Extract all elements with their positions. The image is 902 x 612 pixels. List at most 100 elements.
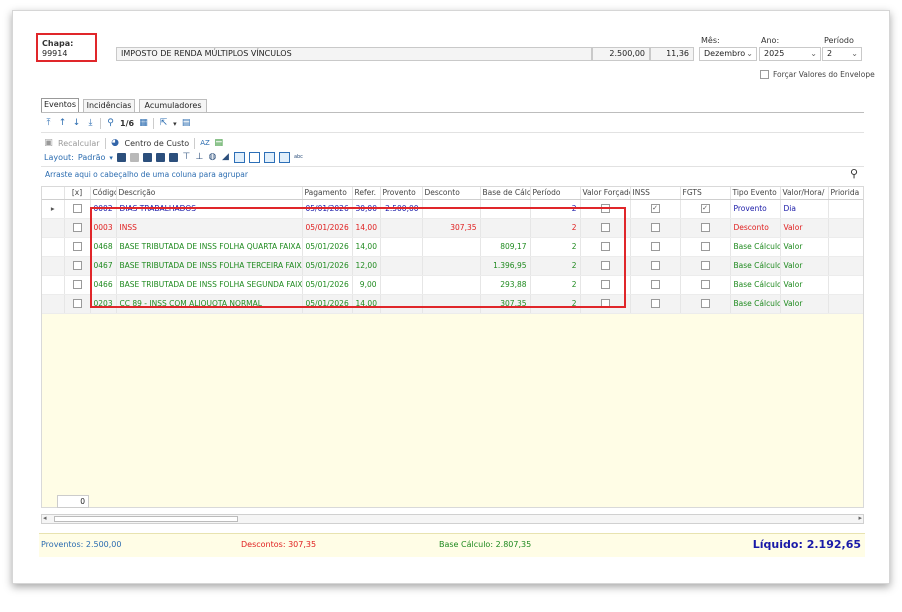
col-header[interactable]: Provento — [380, 187, 423, 200]
chevron-down-icon[interactable]: ▾ — [173, 120, 177, 128]
tipo-cell: Base Cálculo — [730, 275, 781, 295]
previous-record-icon[interactable]: ↑ — [58, 119, 67, 128]
forcar-checkbox[interactable] — [760, 70, 769, 79]
valor-hora-cell: Dia — [780, 199, 829, 219]
inss-checkbox-box[interactable] — [650, 299, 660, 309]
fgts-checkbox[interactable] — [680, 237, 731, 257]
centro-custo-button[interactable]: Centro de Custo — [125, 139, 190, 148]
select-checkbox-box[interactable] — [72, 299, 82, 309]
inss-checkbox-box[interactable] — [650, 261, 660, 271]
select-checkbox[interactable] — [64, 237, 91, 257]
fgts-checkbox[interactable]: ✓ — [680, 199, 731, 219]
search-icon[interactable]: ⚲ — [850, 167, 858, 180]
chart-icon[interactable]: ◢ — [221, 153, 230, 162]
col-header[interactable]: INSS — [630, 187, 681, 200]
chevron-down-icon[interactable]: ▾ — [109, 154, 113, 162]
fgts-checkbox-box[interactable] — [700, 261, 710, 271]
fgts-checkbox[interactable] — [680, 218, 731, 238]
layout-view-4-icon[interactable] — [278, 152, 290, 163]
document-icon[interactable]: ▤ — [182, 119, 191, 128]
select-checkbox[interactable] — [64, 256, 91, 276]
col-header[interactable]: Descrição — [116, 187, 303, 200]
col-header[interactable]: Código — [90, 187, 117, 200]
fgts-checkbox-box[interactable] — [700, 299, 710, 309]
col-header[interactable]: Valor Forçado — [580, 187, 631, 200]
layout-view-1-icon[interactable] — [233, 152, 245, 163]
inss-checkbox[interactable] — [630, 237, 681, 257]
inss-checkbox[interactable] — [630, 275, 681, 295]
scroll-left-icon[interactable]: ◂ — [43, 514, 47, 522]
forcar-checkbox-row[interactable]: Forçar Valores do Envelope — [760, 70, 875, 79]
color-fill-icon[interactable]: ◍ — [208, 153, 217, 162]
add-row-icon[interactable] — [116, 153, 126, 162]
search-icon[interactable]: ⚲ — [106, 119, 115, 128]
col-header[interactable]: Refer. — [352, 187, 381, 200]
select-checkbox[interactable] — [64, 294, 91, 314]
layout-view-2-icon[interactable] — [248, 152, 260, 163]
first-record-icon[interactable]: ⤒ — [44, 119, 53, 128]
next-record-icon[interactable]: ↓ — [72, 119, 81, 128]
col-header[interactable]: Tipo Evento — [730, 187, 781, 200]
abc-icon[interactable]: abc — [294, 153, 303, 162]
calendar-icon[interactable]: ▦ — [139, 119, 148, 128]
fgts-checkbox-box[interactable] — [700, 280, 710, 290]
fgts-checkbox-box[interactable] — [700, 223, 710, 233]
report-icon[interactable]: ▤ — [214, 139, 223, 148]
select-checkbox-box[interactable] — [72, 223, 82, 233]
horizontal-scrollbar[interactable]: ◂ ▸ — [41, 514, 864, 524]
tab-incidencias[interactable]: Incidências — [83, 99, 135, 112]
select-checkbox-box[interactable] — [72, 280, 82, 290]
fgts-checkbox[interactable] — [680, 294, 731, 314]
col-header[interactable]: Base de Cálc — [480, 187, 531, 200]
scroll-thumb[interactable] — [54, 516, 238, 522]
ano-select[interactable]: 2025 ⌄ — [759, 47, 821, 61]
move-up-icon[interactable] — [155, 153, 165, 162]
pin-icon[interactable]: ⊥ — [195, 153, 204, 162]
select-checkbox[interactable] — [64, 218, 91, 238]
fgts-checkbox[interactable] — [680, 275, 731, 295]
periodo-select[interactable]: 2 ⌄ — [822, 47, 862, 61]
select-checkbox-box[interactable] — [72, 204, 82, 214]
fgts-checkbox-box[interactable] — [700, 242, 710, 252]
recalcular-button[interactable]: Recalcular — [58, 139, 100, 148]
base-value: 2.807,35 — [495, 540, 532, 549]
scroll-right-icon[interactable]: ▸ — [858, 514, 862, 522]
inss-checkbox[interactable] — [630, 294, 681, 314]
inss-checkbox-box[interactable] — [650, 280, 660, 290]
valor-hora-cell: Valor — [780, 294, 829, 314]
inss-checkbox[interactable] — [630, 256, 681, 276]
inss-checkbox[interactable] — [630, 218, 681, 238]
padrao-dropdown[interactable]: Padrão — [78, 153, 106, 162]
delete-row-icon[interactable] — [129, 153, 139, 162]
col-header[interactable]: Período — [530, 187, 581, 200]
pie-chart-icon: ◕ — [111, 138, 119, 148]
col-header[interactable]: Valor/Hora/ — [780, 187, 829, 200]
mes-select[interactable]: Dezembro ⌄ — [699, 47, 757, 61]
tab-acumuladores[interactable]: Acumuladores — [139, 99, 207, 112]
col-header[interactable]: Desconto — [422, 187, 481, 200]
last-record-icon[interactable]: ⤓ — [86, 119, 95, 128]
fgts-checkbox-box[interactable]: ✓ — [700, 204, 710, 214]
select-checkbox-box[interactable] — [72, 261, 82, 271]
select-checkbox-box[interactable] — [72, 242, 82, 252]
inss-checkbox-box[interactable] — [650, 223, 660, 233]
move-down-icon[interactable] — [168, 153, 178, 162]
inss-checkbox-box[interactable] — [650, 242, 660, 252]
col-header[interactable]: [x] — [64, 187, 91, 200]
insert-below-icon[interactable] — [142, 153, 152, 162]
row-count-field[interactable]: 0 — [57, 495, 89, 508]
select-checkbox[interactable] — [64, 199, 91, 219]
tab-eventos[interactable]: Eventos — [41, 98, 79, 113]
col-header[interactable]: Pagamento — [302, 187, 353, 200]
col-header[interactable]: Priorida — [828, 187, 863, 200]
fgts-checkbox[interactable] — [680, 256, 731, 276]
inss-checkbox-box[interactable]: ✓ — [650, 204, 660, 214]
select-checkbox[interactable] — [64, 275, 91, 295]
valor-hora-cell: Valor — [780, 275, 829, 295]
col-header[interactable]: FGTS — [680, 187, 731, 200]
filter-icon[interactable]: ⊤ — [182, 153, 191, 162]
export-icon[interactable]: ⇱ — [159, 119, 168, 128]
inss-checkbox[interactable]: ✓ — [630, 199, 681, 219]
layout-view-3-icon[interactable] — [263, 152, 275, 163]
sort-az-icon[interactable]: AZ — [200, 139, 210, 148]
